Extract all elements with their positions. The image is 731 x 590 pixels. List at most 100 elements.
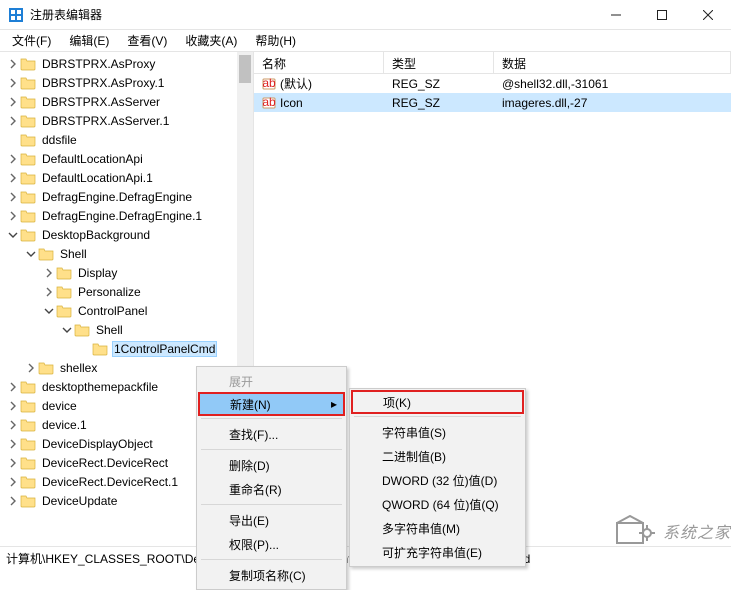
tree-item-label: DBRSTPRX.AsServer.1	[40, 113, 171, 129]
context-menu-item[interactable]: QWORD (64 位)值(Q)	[352, 492, 523, 516]
tree-item-label: DeviceRect.DeviceRect	[40, 455, 170, 471]
context-menu-item[interactable]: 权限(P)...	[199, 532, 344, 556]
chevron-icon[interactable]	[6, 173, 20, 183]
tree-item[interactable]: DefaultLocationApi	[0, 149, 253, 168]
chevron-icon[interactable]	[6, 97, 20, 107]
tree-item[interactable]: DefragEngine.DefragEngine.1	[0, 206, 253, 225]
tree-item[interactable]: Display	[0, 263, 253, 282]
chevron-icon[interactable]	[6, 496, 20, 506]
context-menu[interactable]: 展开新建(N) ▸ 查找(F)... 删除(D) 重命名(R) 导出(E)权限(P)...…	[196, 366, 347, 590]
close-button[interactable]	[685, 0, 731, 30]
menu-item[interactable]: 查看(V)	[119, 30, 175, 51]
folder-icon	[20, 94, 36, 110]
folder-icon	[92, 341, 108, 357]
menu-separator	[201, 418, 342, 419]
list-header[interactable]: 名称 类型 数据	[254, 52, 731, 74]
folder-icon	[20, 379, 36, 395]
chevron-icon[interactable]	[42, 287, 56, 297]
context-menu-item[interactable]: 查找(F)...	[199, 422, 344, 446]
folder-icon	[20, 455, 36, 471]
col-type[interactable]: 类型	[384, 52, 494, 73]
tree-item-label: ControlPanel	[76, 303, 149, 319]
context-menu-item[interactable]: 字符串值(S)	[352, 420, 523, 444]
context-menu-item[interactable]: DWORD (32 位)值(D)	[352, 468, 523, 492]
col-name[interactable]: 名称	[254, 52, 384, 73]
col-data[interactable]: 数据	[494, 52, 731, 73]
context-menu-item[interactable]: 复制项名称(C)	[199, 563, 344, 587]
value-row[interactable]: abIconREG_SZimageres.dll,-27	[254, 93, 731, 112]
value-row[interactable]: ab(默认)REG_SZ@shell32.dll,-31061	[254, 74, 731, 93]
folder-icon	[20, 75, 36, 91]
tree-item[interactable]: DBRSTPRX.AsServer	[0, 92, 253, 111]
context-submenu-new[interactable]: 项(K) 字符串值(S)二进制值(B)DWORD (32 位)值(D)QWORD …	[349, 388, 526, 567]
value-data: @shell32.dll,-31061	[494, 77, 731, 91]
svg-text:ab: ab	[262, 77, 276, 90]
menu-item[interactable]: 收藏夹(A)	[177, 30, 245, 51]
context-menu-item[interactable]: 新建(N) ▸	[198, 392, 345, 416]
chevron-icon[interactable]	[42, 306, 56, 316]
tree-item[interactable]: ControlPanel	[0, 301, 253, 320]
chevron-icon[interactable]	[6, 420, 20, 430]
tree-item[interactable]: Shell	[0, 244, 253, 263]
menu-item-label: 展开	[229, 373, 253, 390]
tree-item[interactable]: ddsfile	[0, 130, 253, 149]
tree-item[interactable]: DBRSTPRX.AsProxy	[0, 54, 253, 73]
menu-item-label: 删除(D)	[229, 457, 270, 474]
tree-item[interactable]: DefaultLocationApi.1	[0, 168, 253, 187]
tree-item[interactable]: 1ControlPanelCmd	[0, 339, 253, 358]
context-menu-item[interactable]: 重命名(R)	[199, 477, 344, 501]
tree-item[interactable]: DesktopBackground	[0, 225, 253, 244]
context-menu-item[interactable]: 二进制值(B)	[352, 444, 523, 468]
chevron-icon[interactable]	[6, 477, 20, 487]
chevron-icon[interactable]	[60, 325, 74, 335]
chevron-icon[interactable]	[6, 458, 20, 468]
menu-item[interactable]: 编辑(E)	[61, 30, 117, 51]
context-menu-item[interactable]: 删除(D)	[199, 453, 344, 477]
chevron-icon[interactable]	[24, 249, 38, 259]
svg-text:ab: ab	[262, 96, 276, 109]
folder-icon	[20, 474, 36, 490]
chevron-icon[interactable]	[6, 401, 20, 411]
context-menu-item[interactable]: 可扩充字符串值(E)	[352, 540, 523, 564]
submenu-arrow-icon: ▸	[331, 397, 337, 411]
tree-item-label: DefaultLocationApi	[40, 151, 145, 167]
context-menu-item[interactable]: 多字符串值(M)	[352, 516, 523, 540]
context-menu-item[interactable]: 导出(E)	[199, 508, 344, 532]
tree-item[interactable]: DBRSTPRX.AsServer.1	[0, 111, 253, 130]
chevron-icon[interactable]	[6, 59, 20, 69]
folder-icon	[20, 436, 36, 452]
values-list[interactable]: ab(默认)REG_SZ@shell32.dll,-31061abIconREG…	[254, 74, 731, 112]
chevron-icon[interactable]	[6, 211, 20, 221]
scroll-thumb[interactable]	[239, 55, 251, 83]
menu-item[interactable]: 帮助(H)	[247, 30, 304, 51]
tree-item[interactable]: DefragEngine.DefragEngine	[0, 187, 253, 206]
tree-item[interactable]: DBRSTPRX.AsProxy.1	[0, 73, 253, 92]
tree-item-label: DefragEngine.DefragEngine	[40, 189, 194, 205]
window-title: 注册表编辑器	[30, 6, 593, 23]
chevron-icon[interactable]	[24, 363, 38, 373]
chevron-icon[interactable]	[6, 439, 20, 449]
chevron-icon[interactable]	[6, 154, 20, 164]
value-name: (默认)	[280, 75, 312, 92]
chevron-icon[interactable]	[6, 382, 20, 392]
tree-item-label: desktopthemepackfile	[40, 379, 160, 395]
tree-item[interactable]: Personalize	[0, 282, 253, 301]
menu-item-label: 可扩充字符串值(E)	[382, 544, 482, 561]
tree-item-label: 1ControlPanelCmd	[112, 341, 217, 357]
menu-item-label: 新建(N)	[230, 396, 271, 413]
context-menu-item[interactable]: 项(K)	[351, 390, 524, 414]
chevron-icon[interactable]	[6, 192, 20, 202]
menu-item[interactable]: 文件(F)	[4, 30, 59, 51]
folder-icon	[74, 322, 90, 338]
tree-item-label: Personalize	[76, 284, 143, 300]
chevron-icon[interactable]	[6, 116, 20, 126]
tree-item-label: Shell	[94, 322, 125, 338]
minimize-button[interactable]	[593, 0, 639, 30]
menu-separator	[201, 449, 342, 450]
tree-item[interactable]: Shell	[0, 320, 253, 339]
chevron-icon[interactable]	[6, 78, 20, 88]
tree-item-label: Shell	[58, 246, 89, 262]
maximize-button[interactable]	[639, 0, 685, 30]
chevron-icon[interactable]	[42, 268, 56, 278]
chevron-icon[interactable]	[6, 230, 20, 240]
